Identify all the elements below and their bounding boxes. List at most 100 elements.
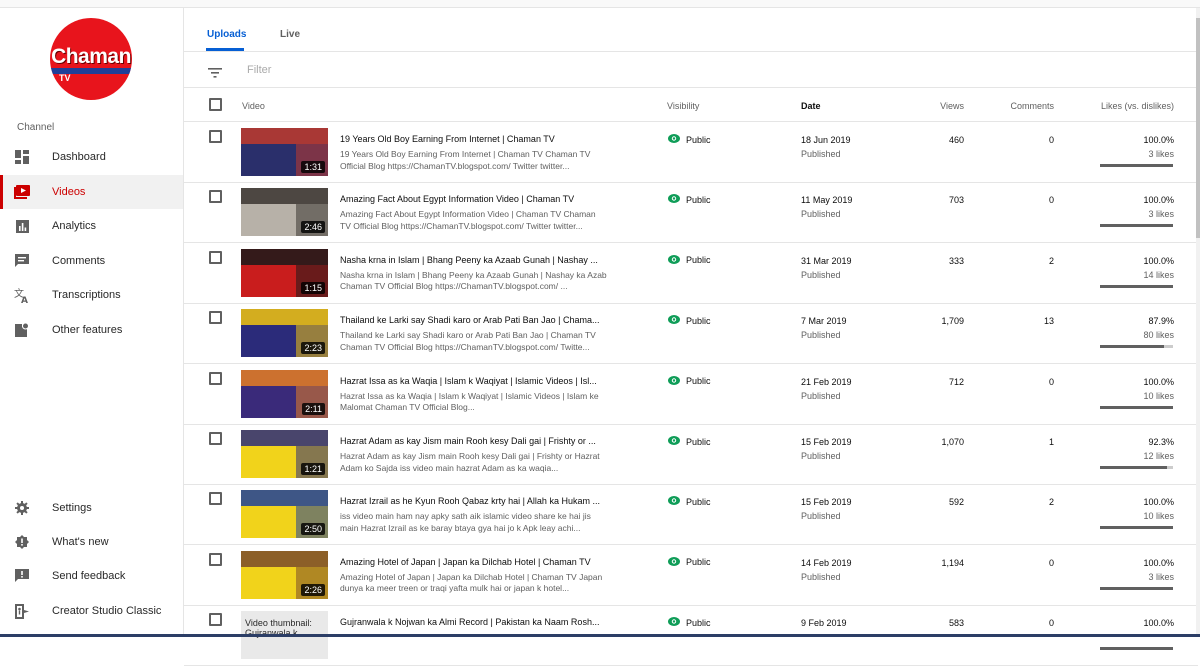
video-title[interactable]: 19 Years Old Boy Earning From Internet |… [340, 134, 610, 144]
date-cell: 18 Jun 2019 Published [801, 135, 851, 159]
video-title[interactable]: Hazrat Issa as ka Waqia | Islam k Waqiya… [340, 376, 610, 386]
row-checkbox[interactable] [209, 552, 222, 566]
visibility-dropdown[interactable]: Public [668, 436, 711, 447]
video-thumbnail[interactable]: 2:50 [241, 490, 328, 539]
video-thumbnail[interactable]: 1:21 [241, 430, 328, 478]
video-thumbnail[interactable]: 2:46 [241, 188, 328, 237]
likes-percentage: 100.0% [1143, 255, 1174, 266]
video-thumbnail[interactable]: 2:26 [241, 550, 328, 599]
video-thumbnail[interactable]: 2:23 [241, 309, 328, 358]
likes-percentage: 100.0% [1143, 195, 1174, 206]
table-row[interactable]: 2:50 Hazrat Izrail as he Kyun Rooh Qabaz … [184, 484, 1198, 546]
table-row[interactable]: 1:21 Hazrat Adam as kay Jism main Rooh ke… [184, 424, 1198, 485]
row-checkbox[interactable] [209, 432, 222, 445]
row-checkbox[interactable] [209, 613, 222, 627]
sidebar-item-dashboard[interactable]: Dashboard [0, 140, 183, 174]
video-thumbnail[interactable]: 2:11 [241, 369, 328, 418]
table-row[interactable]: 1:15 Nasha krna in Islam | Bhang Peeny ka… [184, 243, 1198, 304]
visibility-label: Public [686, 134, 711, 145]
channel-avatar[interactable]: Chaman TV [50, 18, 132, 100]
select-all-checkbox[interactable] [209, 98, 222, 111]
row-checkbox[interactable] [209, 311, 222, 325]
likes-count: 80 likes [1143, 330, 1174, 341]
comments-icon [0, 254, 52, 268]
table-row[interactable]: 2:26 Amazing Hotel of Japan | Japan ka Di… [184, 545, 1198, 606]
video-description: 19 Years Old Boy Earning From Internet |… [340, 149, 591, 171]
date-cell: 15 Feb 2019 Published [801, 497, 852, 521]
tab-bar: Uploads Live [184, 8, 1198, 52]
channel-logo-text: Chaman [51, 45, 131, 68]
publish-status: Published [801, 330, 841, 341]
video-title[interactable]: Amazing Hotel of Japan | Japan ka Dilcha… [340, 557, 610, 567]
thumbnail-art [241, 248, 328, 265]
likes-ratio-bar [1100, 586, 1173, 590]
sidebar-item-whats-new[interactable]: What's new [0, 525, 183, 559]
table-row[interactable]: 1:31 19 Years Old Boy Earning From Intern… [184, 122, 1198, 183]
sidebar-item-settings[interactable]: Settings [0, 491, 183, 525]
sidebar-item-other-features[interactable]: Other features [0, 313, 183, 347]
feedback-icon [0, 569, 52, 583]
sidebar-item-label: Other features [52, 324, 123, 336]
video-title[interactable]: Amazing Fact About Egypt Information Vid… [340, 194, 610, 204]
sidebar: Chaman TV Channel Dashboard Videos Analy… [0, 8, 184, 637]
visibility-dropdown[interactable]: Public [668, 194, 711, 205]
video-title[interactable]: Gujranwala k Nojwan ka Almi Record | Pak… [340, 617, 610, 627]
visibility-dropdown[interactable]: Public [668, 134, 711, 145]
sidebar-item-label: Transcriptions [52, 289, 121, 301]
date-cell: 11 May 2019 Published [801, 195, 852, 219]
visibility-dropdown[interactable]: Public [668, 496, 711, 507]
header-date[interactable]: Date [801, 101, 821, 111]
sidebar-item-analytics[interactable]: Analytics [0, 209, 183, 243]
thumbnail-art [241, 550, 328, 567]
likes-cell: 100.0% 10 likes [1094, 497, 1174, 521]
row-checkbox[interactable] [209, 130, 222, 143]
scrollbar[interactable] [1196, 8, 1200, 637]
row-checkbox[interactable] [209, 250, 222, 264]
table-row[interactable]: 2:46 Amazing Fact About Egypt Information… [184, 182, 1198, 244]
table-row[interactable]: 2:23 Thailand ke Larki say Shadi karo or … [184, 303, 1198, 365]
sidebar-item-videos[interactable]: Videos [0, 175, 183, 209]
sidebar-item-creator-studio-classic[interactable]: Creator Studio Classic [0, 594, 183, 628]
video-title[interactable]: Nasha krna in Islam | Bhang Peeny ka Aza… [340, 255, 610, 265]
header-likes[interactable]: Likes (vs. dislikes) [1101, 101, 1174, 111]
video-title[interactable]: Thailand ke Larki say Shadi karo or Arab… [340, 315, 610, 325]
publish-date: 11 May 2019 [801, 195, 853, 206]
tab-live[interactable]: Live [280, 29, 300, 40]
sidebar-item-comments[interactable]: Comments [0, 244, 183, 278]
likes-cell: 100.0% [1094, 618, 1174, 632]
row-checkbox[interactable] [209, 371, 222, 385]
publish-status: Published [801, 209, 841, 220]
video-thumbnail[interactable]: 1:15 [241, 248, 328, 297]
publish-status: Published [801, 451, 841, 461]
video-duration: 2:23 [301, 342, 325, 355]
views-count: 1,194 [941, 557, 964, 568]
scrollbar-thumb[interactable] [1196, 18, 1200, 238]
header-views[interactable]: Views [940, 101, 964, 111]
visibility-dropdown[interactable]: Public [668, 556, 711, 568]
sidebar-item-transcriptions[interactable]: 文A Transcriptions [0, 278, 183, 312]
publish-date: 14 Feb 2019 [801, 557, 852, 568]
sidebar-item-send-feedback[interactable]: Send feedback [0, 559, 183, 593]
video-thumbnail[interactable]: 1:31 [241, 128, 328, 176]
tab-uploads[interactable]: Uploads [207, 29, 246, 40]
header-comments[interactable]: Comments [1010, 101, 1054, 111]
likes-percentage: 87.9% [1148, 316, 1174, 327]
filter-icon[interactable] [208, 65, 222, 83]
video-title[interactable]: Hazrat Adam as kay Jism main Rooh kesy D… [340, 436, 610, 446]
svg-text:A: A [21, 296, 28, 303]
visibility-dropdown[interactable]: Public [668, 315, 711, 326]
header-visibility[interactable]: Visibility [667, 101, 699, 111]
comments-count: 2 [1048, 497, 1054, 508]
filter-input[interactable]: Filter [247, 64, 271, 76]
likes-ratio-fill [1100, 284, 1173, 288]
table-row[interactable]: 2:11 Hazrat Issa as ka Waqia | Islam k Wa… [184, 364, 1198, 425]
visibility-dropdown[interactable]: Public [668, 375, 711, 387]
video-title[interactable]: Hazrat Izrail as he Kyun Rooh Qabaz krty… [340, 496, 610, 506]
row-checkbox[interactable] [209, 190, 222, 204]
comments-count: 1 [1048, 437, 1054, 447]
channel-logo-sub: TV [59, 73, 71, 83]
row-checkbox[interactable] [209, 492, 222, 506]
visibility-dropdown[interactable]: Public [668, 617, 711, 628]
visibility-dropdown[interactable]: Public [668, 254, 711, 266]
likes-ratio-fill [1100, 164, 1173, 167]
